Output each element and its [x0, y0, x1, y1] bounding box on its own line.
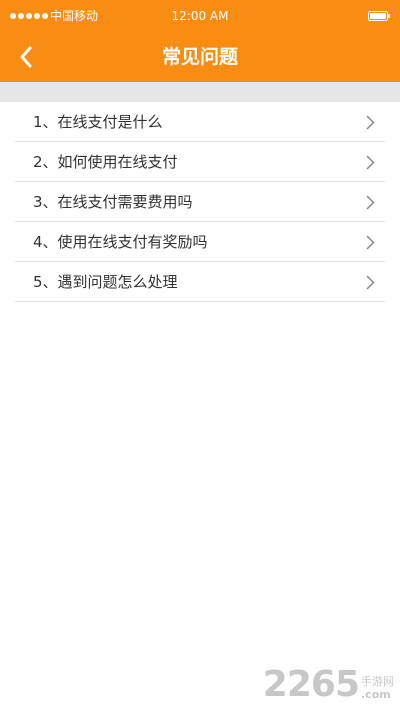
faq-item-4[interactable]: 4、使用在线支付有奖励吗 [15, 222, 385, 262]
watermark-logo: 2265 手游网 .com [263, 665, 394, 705]
chevron-right-icon [366, 275, 375, 290]
faq-item-label: 5、遇到问题怎么处理 [33, 273, 178, 291]
watermark-domain: .com [361, 688, 391, 701]
chevron-right-icon [366, 115, 375, 130]
chevron-left-icon [20, 46, 32, 68]
faq-item-label: 3、在线支付需要费用吗 [33, 193, 193, 211]
nav-bar: 常见问题 [0, 32, 400, 82]
chevron-right-icon [366, 235, 375, 250]
page-title: 常见问题 [161, 46, 238, 68]
faq-item-5[interactable]: 5、遇到问题怎么处理 [15, 262, 385, 302]
faq-item-label: 2、如何使用在线支付 [33, 153, 178, 171]
chevron-right-icon [366, 155, 375, 170]
status-bar: 中国移动 12:00 AM [0, 0, 400, 32]
chevron-right-icon [366, 195, 375, 210]
faq-item-3[interactable]: 3、在线支付需要费用吗 [15, 182, 385, 222]
faq-list: 1、在线支付是什么 2、如何使用在线支付 3、在线支付需要费用吗 4、使用在线支… [15, 102, 385, 302]
watermark-number: 2265 [262, 664, 360, 705]
faq-item-1[interactable]: 1、在线支付是什么 [15, 102, 385, 142]
watermark-site: 手游网 [361, 675, 394, 688]
faq-item-label: 4、使用在线支付有奖励吗 [33, 233, 208, 251]
phone-screen: 中国移动 12:00 AM 常见问题 1、在线支付是什么 2、如何使用在线支付 [0, 0, 400, 711]
faq-item-label: 1、在线支付是什么 [33, 113, 163, 131]
battery-icon [368, 11, 390, 21]
status-time: 12:00 AM [171, 9, 229, 23]
section-separator [0, 82, 400, 102]
faq-item-2[interactable]: 2、如何使用在线支付 [15, 142, 385, 182]
back-button[interactable] [6, 37, 46, 77]
